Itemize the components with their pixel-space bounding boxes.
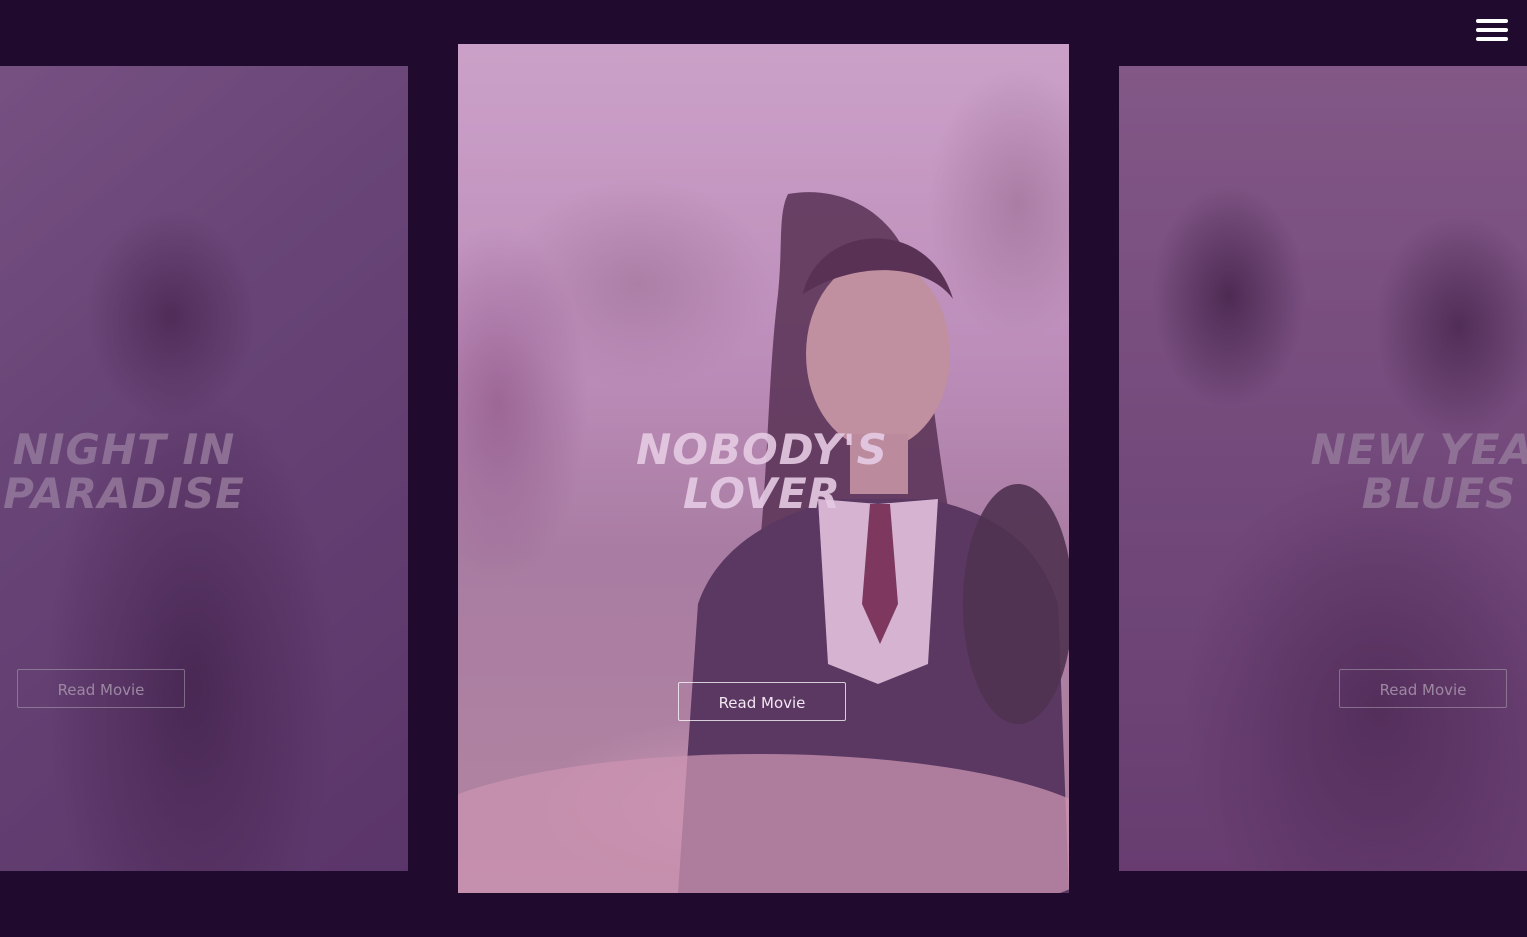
read-movie-button[interactable]: Read Movie	[678, 682, 846, 721]
movie-title: NOBODY'S LOVER	[636, 425, 888, 518]
movie-card-nobodys-lover[interactable]: NOBODY'S LOVER Read Movie	[458, 44, 1069, 893]
movie-title: NIGHT IN PARADISE	[3, 425, 245, 518]
read-movie-button[interactable]: Read Movie	[1339, 669, 1507, 708]
movie-slider[interactable]: NIGHT IN PARADISE Read Movie NOBODY'S LO…	[0, 0, 1527, 937]
movie-card-night-in-paradise[interactable]: NIGHT IN PARADISE Read Movie	[0, 66, 408, 871]
read-movie-button[interactable]: Read Movie	[17, 669, 185, 708]
movie-title: NEW YEAR BLUES	[1310, 425, 1527, 518]
movie-card-new-year-blues[interactable]: NEW YEAR BLUES Read Movie	[1119, 66, 1527, 871]
